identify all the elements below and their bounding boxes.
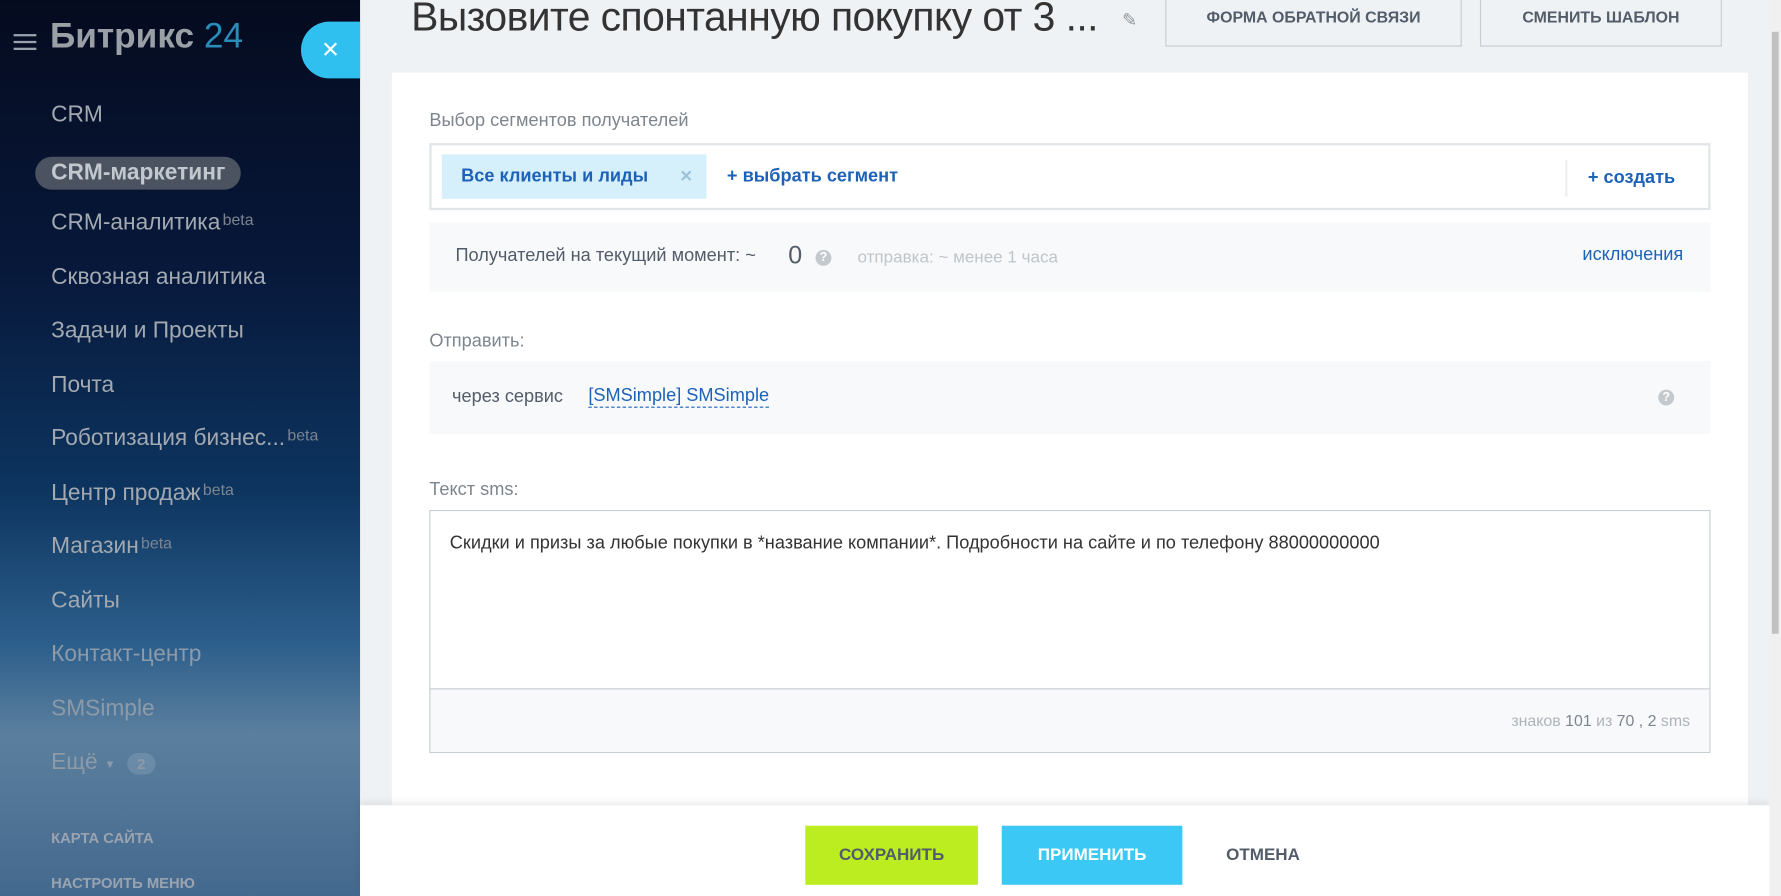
exclusions-link[interactable]: исключения — [1582, 245, 1683, 265]
recipients-panel: Получателей на текущий момент: ~ 0 ? отп… — [429, 222, 1711, 292]
sidebar-item[interactable]: Роботизация бизнес... beta — [51, 421, 318, 475]
logo-text: Битрикс — [49, 15, 195, 56]
sidebar-item-label: Сквозная аналитика — [51, 264, 266, 290]
segments-label: Выбор сегментов получателей — [429, 111, 689, 131]
sidebar-item[interactable]: Почта — [51, 367, 318, 421]
beta-label: beta — [287, 425, 319, 445]
sidebar-item[interactable]: Контакт-центр — [51, 637, 318, 691]
action-bar: СОХРАНИТЬ ПРИМЕНИТЬ ОТМЕНА — [360, 805, 1770, 896]
sms-textarea[interactable]: Скидки и призы за любые покупки в *назва… — [429, 509, 1711, 754]
sidebar-item[interactable]: CRM — [51, 98, 318, 152]
help-icon[interactable]: ? — [815, 249, 832, 266]
sms-text[interactable]: Скидки и призы за любые покупки в *назва… — [450, 534, 1380, 554]
sms-text-label: Текст sms: — [429, 480, 519, 500]
char-count: 101 — [1565, 711, 1592, 730]
sidebar-item-label: Контакт-центр — [51, 641, 202, 667]
send-time: отправка: ~ менее 1 часа — [857, 247, 1058, 267]
beta-label: beta — [202, 479, 234, 499]
sidebar-item[interactable]: Сайты — [51, 583, 318, 637]
sidebar-item-label: CRM-маркетинг — [35, 156, 242, 190]
sms-count: 2 — [1647, 711, 1657, 730]
scrollbar[interactable] — [1769, 0, 1781, 896]
divider — [1565, 160, 1568, 197]
sidebar-item-label: Задачи и Проекты — [51, 318, 244, 344]
recipients-count: 0 — [788, 240, 803, 270]
sidebar-item-label: SMSimple — [51, 695, 155, 721]
select-segment-link[interactable]: + выбрать сегмент — [727, 167, 898, 187]
configure-menu-link[interactable]: НАСТРОИТЬ МЕНЮ — [51, 875, 195, 892]
segment-chip-label: Все клиенты и лиды — [461, 166, 649, 187]
sidebar-item[interactable]: CRM-маркетинг — [35, 152, 318, 206]
count-badge: 2 — [127, 753, 156, 775]
sidebar-item[interactable]: CRM-аналитика beta — [51, 206, 318, 260]
counter-text: , — [1638, 711, 1644, 730]
sms-service-link[interactable]: [SMSimple] SMSimple — [588, 386, 770, 408]
sidebar-menu: CRM CRM-маркетинг CRM-аналитика beta Сквозна… — [35, 98, 318, 799]
beta-label: beta — [141, 533, 172, 552]
apply-button[interactable]: ПРИМЕНИТЬ — [1001, 825, 1183, 885]
sidebar-item-label: Роботизация бизнес... — [51, 425, 286, 451]
sidebar-item-label: CRM-аналитика — [51, 210, 221, 236]
char-limit: 70 — [1616, 711, 1635, 730]
sidebar-item-label: Сайты — [51, 587, 120, 613]
save-button[interactable]: СОХРАНИТЬ — [805, 825, 978, 885]
sidebar-item[interactable]: Ещё ▼ 2 — [51, 745, 318, 799]
sidebar-item-label: Центр продаж — [51, 479, 201, 505]
segment-chip: Все клиенты и лиды ✕ — [441, 154, 707, 199]
send-panel: через сервис [SMSimple] SMSimple ? — [429, 361, 1711, 434]
sidebar-item[interactable]: Задачи и Проекты — [51, 313, 318, 367]
sidebar-item-label: CRM — [51, 102, 103, 128]
via-label: через сервис — [452, 387, 564, 407]
remove-segment-icon[interactable]: ✕ — [680, 154, 693, 198]
help-icon[interactable]: ? — [1658, 389, 1675, 406]
sidebar-item[interactable]: SMSimple — [51, 691, 318, 745]
send-label: Отправить: — [429, 331, 525, 351]
counter-text: знаков — [1511, 711, 1561, 730]
sidebar-item-label: Магазин — [51, 533, 139, 559]
sidebar-item-label: Ещё — [51, 749, 98, 775]
counter-text: из — [1596, 711, 1613, 730]
close-button[interactable]: × — [300, 21, 361, 79]
segment-selector: Все клиенты и лиды ✕ + выбрать сегмент + … — [429, 143, 1711, 211]
logo-number: 24 — [203, 15, 244, 56]
sidebar-item[interactable]: Центр продаж beta — [51, 475, 318, 529]
sidebar: Битрикс 24 CRM CRM-маркетинг CRM-аналитика… — [0, 0, 361, 896]
cancel-button[interactable]: ОТМЕНА — [1206, 826, 1320, 885]
logo[interactable]: Битрикс 24 — [50, 16, 243, 57]
char-counter: знаков 101 из 70 , 2 sms — [430, 688, 1710, 752]
counter-text: sms — [1660, 711, 1691, 730]
recipients-label: Получателей на текущий момент: ~ — [455, 246, 756, 266]
sidebar-item[interactable]: Сквозная аналитика — [51, 260, 318, 314]
create-segment-link[interactable]: + создать — [1588, 168, 1675, 188]
beta-label: beta — [222, 210, 254, 229]
page-title: Вызовите спонтанную покупку от 3 ... — [411, 0, 1098, 40]
sidebar-item-label: Почта — [51, 371, 115, 397]
menu-icon[interactable] — [13, 30, 37, 55]
chevron-down-icon: ▼ — [104, 758, 116, 772]
edit-title-icon[interactable]: ✎ — [1122, 9, 1137, 32]
scrollbar-thumb[interactable] — [1771, 31, 1779, 634]
site-map-link[interactable]: КАРТА САЙТА — [51, 829, 154, 846]
sidebar-item[interactable]: Магазин beta — [51, 529, 318, 583]
change-template-button[interactable]: СМЕНИТЬ ШАБЛОН — [1479, 0, 1722, 47]
feedback-form-button[interactable]: ФОРМА ОБРАТНОЙ СВЯЗИ — [1165, 0, 1462, 47]
